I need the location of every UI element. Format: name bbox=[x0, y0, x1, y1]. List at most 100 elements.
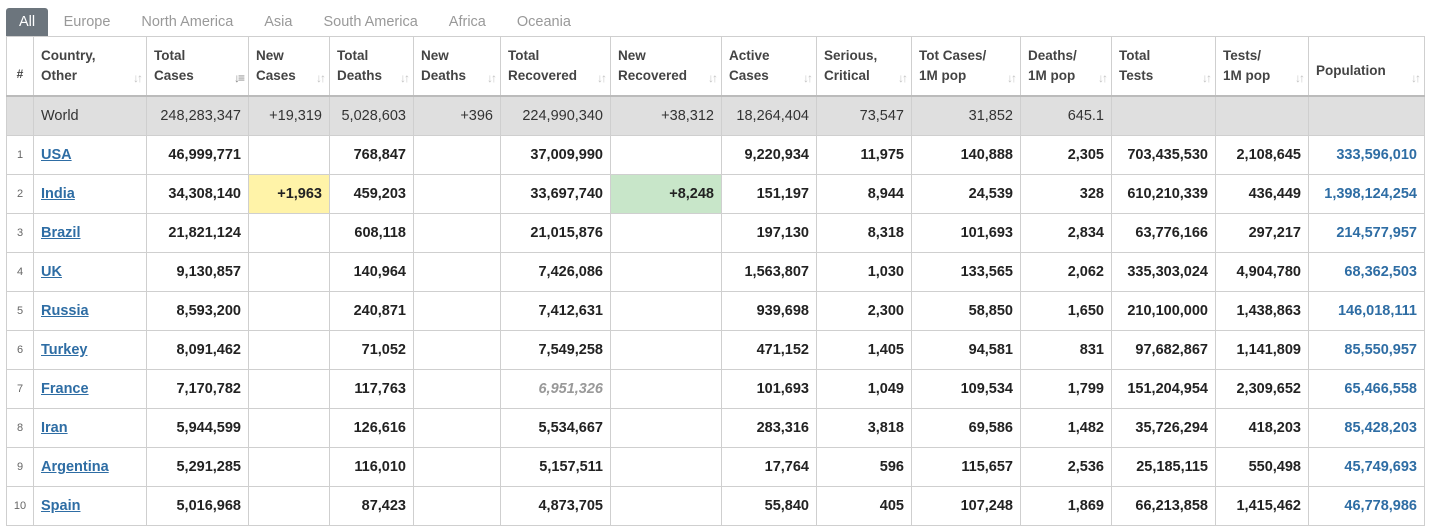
sort-arrows-icon[interactable]: ↓↑ bbox=[1411, 71, 1421, 85]
active-cases-cell: 151,197 bbox=[721, 174, 817, 214]
total-cases-cell: 34,308,140 bbox=[146, 174, 249, 214]
col-header-total-tests[interactable]: Total Tests ↓↑ bbox=[1111, 36, 1216, 97]
country-link[interactable]: Spain bbox=[41, 498, 80, 514]
deaths-per-million-cell: 2,062 bbox=[1020, 252, 1112, 292]
total-recovered-cell: 7,412,631 bbox=[500, 291, 611, 331]
active-cases-cell: 197,130 bbox=[721, 213, 817, 253]
new-cases-cell bbox=[248, 369, 330, 409]
col-header-total-cases[interactable]: Total Cases ↓≡ bbox=[146, 36, 249, 97]
country-link[interactable]: USA bbox=[41, 147, 72, 163]
total-recovered-cell: 5,534,667 bbox=[500, 408, 611, 448]
total-cases-cell: 8,091,462 bbox=[146, 330, 249, 370]
sort-arrows-icon[interactable]: ↓↑ bbox=[597, 71, 607, 85]
population-cell[interactable]: 45,749,693 bbox=[1308, 447, 1425, 487]
col-header-total-recovered[interactable]: Total Recovered ↓↑ bbox=[500, 36, 611, 97]
country-name-cell: Iran bbox=[33, 408, 147, 448]
sort-arrows-icon[interactable]: ↓↑ bbox=[487, 71, 497, 85]
total-cases-cell: 9,130,857 bbox=[146, 252, 249, 292]
population-cell[interactable]: 68,362,503 bbox=[1308, 252, 1425, 292]
total-recovered-cell: 7,426,086 bbox=[500, 252, 611, 292]
sort-arrows-icon[interactable]: ↓↑ bbox=[1007, 71, 1017, 85]
population-cell[interactable]: 85,428,203 bbox=[1308, 408, 1425, 448]
country-link[interactable]: Argentina bbox=[41, 459, 109, 475]
col-header-total-deaths[interactable]: Total Deaths ↓↑ bbox=[329, 36, 414, 97]
tab-south-america[interactable]: South America bbox=[308, 8, 433, 36]
total-deaths-cell: 768,847 bbox=[329, 135, 414, 175]
sort-arrows-icon[interactable]: ↓↑ bbox=[1295, 71, 1305, 85]
population-cell[interactable]: 1,398,124,254 bbox=[1308, 174, 1425, 214]
population-cell[interactable]: 46,778,986 bbox=[1308, 486, 1425, 526]
total-cases-cell: 7,170,782 bbox=[146, 369, 249, 409]
col-header-country[interactable]: Country, Other ↓↑ bbox=[33, 36, 147, 97]
world-total-recovered: 224,990,340 bbox=[500, 95, 611, 136]
active-cases-cell: 1,563,807 bbox=[721, 252, 817, 292]
tab-africa[interactable]: Africa bbox=[433, 8, 501, 36]
table-row: 7 France 7,170,782 117,763 6,951,326 101,693 1… bbox=[6, 369, 1425, 409]
sort-arrows-icon[interactable]: ↓↑ bbox=[1202, 71, 1212, 85]
col-header-index: # bbox=[6, 36, 34, 97]
new-recovered-cell bbox=[610, 213, 722, 253]
population-cell[interactable]: 146,018,111 bbox=[1308, 291, 1425, 331]
table-row: 2 India 34,308,140 +1,963 459,203 33,697,740 +… bbox=[6, 174, 1425, 214]
tests-per-million-cell: 1,438,863 bbox=[1215, 291, 1309, 331]
country-link[interactable]: UK bbox=[41, 264, 62, 280]
tab-oceania[interactable]: Oceania bbox=[501, 8, 586, 36]
total-tests-cell: 703,435,530 bbox=[1111, 135, 1216, 175]
country-link[interactable]: India bbox=[41, 186, 75, 202]
table-row: 9 Argentina 5,291,285 116,010 5,157,511 17,76… bbox=[6, 447, 1425, 487]
population-cell[interactable]: 333,596,010 bbox=[1308, 135, 1425, 175]
serious-critical-cell: 405 bbox=[816, 486, 912, 526]
total-recovered-cell: 7,549,258 bbox=[500, 330, 611, 370]
table-row: 5 Russia 8,593,200 240,871 7,412,631 939,698 2… bbox=[6, 291, 1425, 331]
sort-arrows-icon[interactable]: ↓↑ bbox=[898, 71, 908, 85]
tab-asia[interactable]: Asia bbox=[249, 8, 308, 36]
new-deaths-cell bbox=[413, 174, 501, 214]
total-recovered-cell: 33,697,740 bbox=[500, 174, 611, 214]
country-link[interactable]: France bbox=[41, 381, 89, 397]
country-link[interactable]: Brazil bbox=[41, 225, 81, 241]
country-link[interactable]: Iran bbox=[41, 420, 68, 436]
country-link[interactable]: Russia bbox=[41, 303, 89, 319]
col-header-new-deaths[interactable]: New Deaths ↓↑ bbox=[413, 36, 501, 97]
country-link[interactable]: Turkey bbox=[41, 342, 87, 358]
col-header-tests-per-million[interactable]: Tests/1M pop ↓↑ bbox=[1215, 36, 1309, 97]
active-cases-cell: 55,840 bbox=[721, 486, 817, 526]
total-recovered-cell: 6,951,326 bbox=[500, 369, 611, 409]
population-cell[interactable]: 85,550,957 bbox=[1308, 330, 1425, 370]
active-cases-cell: 101,693 bbox=[721, 369, 817, 409]
sort-arrows-icon[interactable]: ↓↑ bbox=[803, 71, 813, 85]
tab-europe[interactable]: Europe bbox=[48, 8, 126, 36]
total-tests-cell: 35,726,294 bbox=[1111, 408, 1216, 448]
col-header-active-cases[interactable]: Active Cases ↓↑ bbox=[721, 36, 817, 97]
cases-per-million-cell: 133,565 bbox=[911, 252, 1021, 292]
col-header-serious-critical[interactable]: Serious, Critical ↓↑ bbox=[816, 36, 912, 97]
new-recovered-cell bbox=[610, 408, 722, 448]
col-header-population[interactable]: Population ↓↑ bbox=[1308, 36, 1425, 97]
total-tests-cell: 610,210,339 bbox=[1111, 174, 1216, 214]
col-header-deaths-per-million[interactable]: Deaths/1M pop ↓↑ bbox=[1020, 36, 1112, 97]
sort-arrows-icon[interactable]: ↓↑ bbox=[316, 71, 326, 85]
sort-arrows-icon[interactable]: ↓↑ bbox=[133, 71, 143, 85]
tab-north-america[interactable]: North America bbox=[126, 8, 249, 36]
sort-arrows-icon[interactable]: ↓↑ bbox=[400, 71, 410, 85]
col-header-new-cases[interactable]: New Cases ↓↑ bbox=[248, 36, 330, 97]
new-deaths-cell bbox=[413, 369, 501, 409]
region-tabs: All Europe North America Asia South Amer… bbox=[6, 8, 586, 36]
table-row: 8 Iran 5,944,599 126,616 5,534,667 283,316 3,8… bbox=[6, 408, 1425, 448]
active-cases-cell: 17,764 bbox=[721, 447, 817, 487]
table-row: 4 UK 9,130,857 140,964 7,426,086 1,563,807 1,0… bbox=[6, 252, 1425, 292]
population-cell[interactable]: 65,466,558 bbox=[1308, 369, 1425, 409]
row-index-cell: 10 bbox=[6, 486, 34, 526]
new-deaths-cell bbox=[413, 252, 501, 292]
sort-arrows-icon[interactable]: ↓↑ bbox=[1098, 71, 1108, 85]
tab-all[interactable]: All bbox=[6, 8, 49, 36]
col-header-new-recovered[interactable]: New Recovered ↓↑ bbox=[610, 36, 722, 97]
col-header-cases-per-million[interactable]: Tot Cases/1M pop ↓↑ bbox=[911, 36, 1021, 97]
sort-desc-icon[interactable]: ↓≡ bbox=[234, 71, 245, 85]
table-header-row: # Country, Other ↓↑ Total Cases ↓≡ New Cases ↓… bbox=[6, 36, 1425, 97]
new-cases-cell bbox=[248, 135, 330, 175]
total-deaths-cell: 117,763 bbox=[329, 369, 414, 409]
population-cell[interactable]: 214,577,957 bbox=[1308, 213, 1425, 253]
sort-arrows-icon[interactable]: ↓↑ bbox=[708, 71, 718, 85]
total-deaths-cell: 459,203 bbox=[329, 174, 414, 214]
